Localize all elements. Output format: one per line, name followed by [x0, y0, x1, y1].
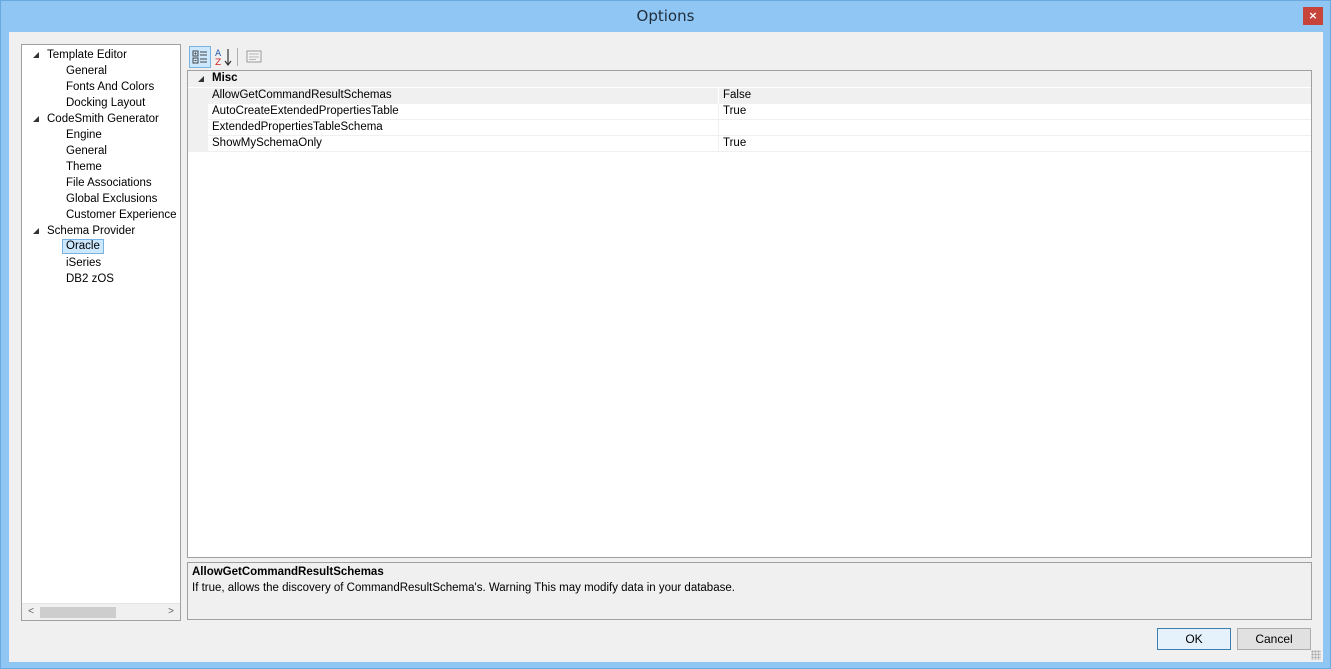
- scroll-left-icon[interactable]: <: [24, 605, 38, 619]
- tree-item-general[interactable]: General: [22, 63, 180, 79]
- categorized-button[interactable]: [189, 46, 211, 68]
- property-name: ExtendedPropertiesTableSchema: [212, 121, 383, 133]
- title-bar[interactable]: Options ×: [1, 1, 1330, 32]
- tree-item-label: Fonts And Colors: [66, 81, 155, 93]
- tree-item-label: Customer Experience Im: [66, 209, 180, 221]
- property-name: AllowGetCommandResultSchemas: [212, 89, 392, 101]
- resize-grip-icon[interactable]: [1311, 650, 1321, 660]
- property-value[interactable]: False: [723, 89, 751, 101]
- tree-item-label: iSeries: [66, 257, 102, 269]
- property-name: AutoCreateExtendedPropertiesTable: [212, 105, 399, 117]
- tree-item-label: Engine: [66, 129, 102, 141]
- svg-text:Z: Z: [215, 58, 221, 68]
- tree-item-engine[interactable]: Engine: [22, 127, 180, 143]
- alphabetical-button[interactable]: A Z: [213, 46, 235, 68]
- row-gutter: [188, 104, 208, 120]
- options-tree[interactable]: Template Editor General Fonts And Colors Do…: [21, 44, 181, 621]
- dialog-client: Template Editor General Fonts And Colors Do…: [9, 32, 1323, 662]
- tree-item-file-associations[interactable]: File Associations: [22, 175, 180, 191]
- tree-item-general[interactable]: General: [22, 143, 180, 159]
- tree-item-docking-layout[interactable]: Docking Layout: [22, 95, 180, 111]
- property-pages-button[interactable]: [243, 46, 265, 68]
- tree-item-theme[interactable]: Theme: [22, 159, 180, 175]
- description-pane: AllowGetCommandResultSchemas If true, al…: [187, 562, 1312, 620]
- column-divider[interactable]: [718, 104, 719, 120]
- column-divider[interactable]: [718, 120, 719, 136]
- ok-button[interactable]: OK: [1157, 628, 1231, 650]
- expand-arrow-icon[interactable]: [33, 228, 39, 234]
- categorized-icon: [192, 50, 207, 64]
- scroll-right-icon[interactable]: >: [164, 605, 178, 619]
- close-button[interactable]: ×: [1303, 7, 1323, 25]
- property-grid-toolbar: A Z: [189, 46, 269, 68]
- property-grid[interactable]: Misc AllowGetCommandResultSchemas False …: [187, 70, 1312, 558]
- category-label: Misc: [212, 72, 238, 84]
- property-row-extendedpropertiestableschema[interactable]: ExtendedPropertiesTableSchema: [188, 120, 1311, 136]
- tree-item-label: DB2 zOS: [66, 273, 114, 285]
- description-text: If true, allows the discovery of Command…: [192, 582, 735, 594]
- tree-item-db2-zos[interactable]: DB2 zOS: [22, 271, 180, 287]
- tree-item-label: Docking Layout: [66, 97, 146, 109]
- tree-item-label: Theme: [66, 161, 102, 173]
- property-value[interactable]: True: [723, 105, 746, 117]
- tree-item-label: Schema Provider: [47, 225, 136, 237]
- tree-item-iseries[interactable]: iSeries: [22, 255, 180, 271]
- description-title: AllowGetCommandResultSchemas: [192, 566, 384, 578]
- row-gutter: [188, 120, 208, 136]
- tree-node-codesmith-generator[interactable]: CodeSmith Generator: [22, 111, 180, 127]
- tree-item-global-exclusions[interactable]: Global Exclusions: [22, 191, 180, 207]
- toolbar-separator: [237, 48, 238, 66]
- expand-arrow-icon[interactable]: [33, 52, 39, 58]
- sort-az-icon: A Z: [215, 49, 232, 68]
- window-title: Options: [636, 7, 695, 25]
- tree-item-label: CodeSmith Generator: [47, 113, 159, 125]
- property-row-showmyschemaonly[interactable]: ShowMySchemaOnly True: [188, 136, 1311, 152]
- property-pages-icon: [246, 50, 262, 63]
- row-gutter: [188, 136, 208, 152]
- scrollbar-thumb[interactable]: [40, 607, 116, 618]
- property-row-autocreateextendedpropertiestable[interactable]: AutoCreateExtendedPropertiesTable True: [188, 104, 1311, 120]
- cancel-button[interactable]: Cancel: [1237, 628, 1311, 650]
- tree-item-customer-experience-im[interactable]: Customer Experience Im: [22, 207, 180, 223]
- tree-node-template-editor[interactable]: Template Editor: [22, 47, 180, 63]
- property-row-allowgetcommandresultschemas[interactable]: AllowGetCommandResultSchemas False: [188, 88, 1311, 104]
- tree-horizontal-scrollbar[interactable]: < >: [22, 603, 180, 620]
- tree-items: Template Editor General Fonts And Colors Do…: [22, 45, 180, 602]
- tree-item-fonts-and-colors[interactable]: Fonts And Colors: [22, 79, 180, 95]
- column-divider[interactable]: [718, 88, 719, 104]
- property-value[interactable]: True: [723, 137, 746, 149]
- tree-item-label: General: [66, 145, 107, 157]
- tree-node-schema-provider[interactable]: Schema Provider: [22, 223, 180, 239]
- category-row-misc[interactable]: Misc: [188, 71, 1311, 87]
- tree-item-label: Global Exclusions: [66, 193, 158, 205]
- tree-item-label: Oracle: [62, 239, 104, 254]
- expand-arrow-icon[interactable]: [33, 116, 39, 122]
- column-divider[interactable]: [718, 136, 719, 152]
- tree-item-label: File Associations: [66, 177, 152, 189]
- row-gutter: [188, 88, 208, 104]
- close-icon: ×: [1308, 9, 1318, 22]
- options-window: Options × Template Editor General Fonts An…: [0, 0, 1331, 669]
- property-name: ShowMySchemaOnly: [212, 137, 322, 149]
- collapse-arrow-icon[interactable]: [198, 76, 204, 82]
- tree-item-label: Template Editor: [47, 49, 127, 61]
- tree-item-oracle[interactable]: Oracle: [22, 239, 180, 255]
- tree-item-label: General: [66, 65, 107, 77]
